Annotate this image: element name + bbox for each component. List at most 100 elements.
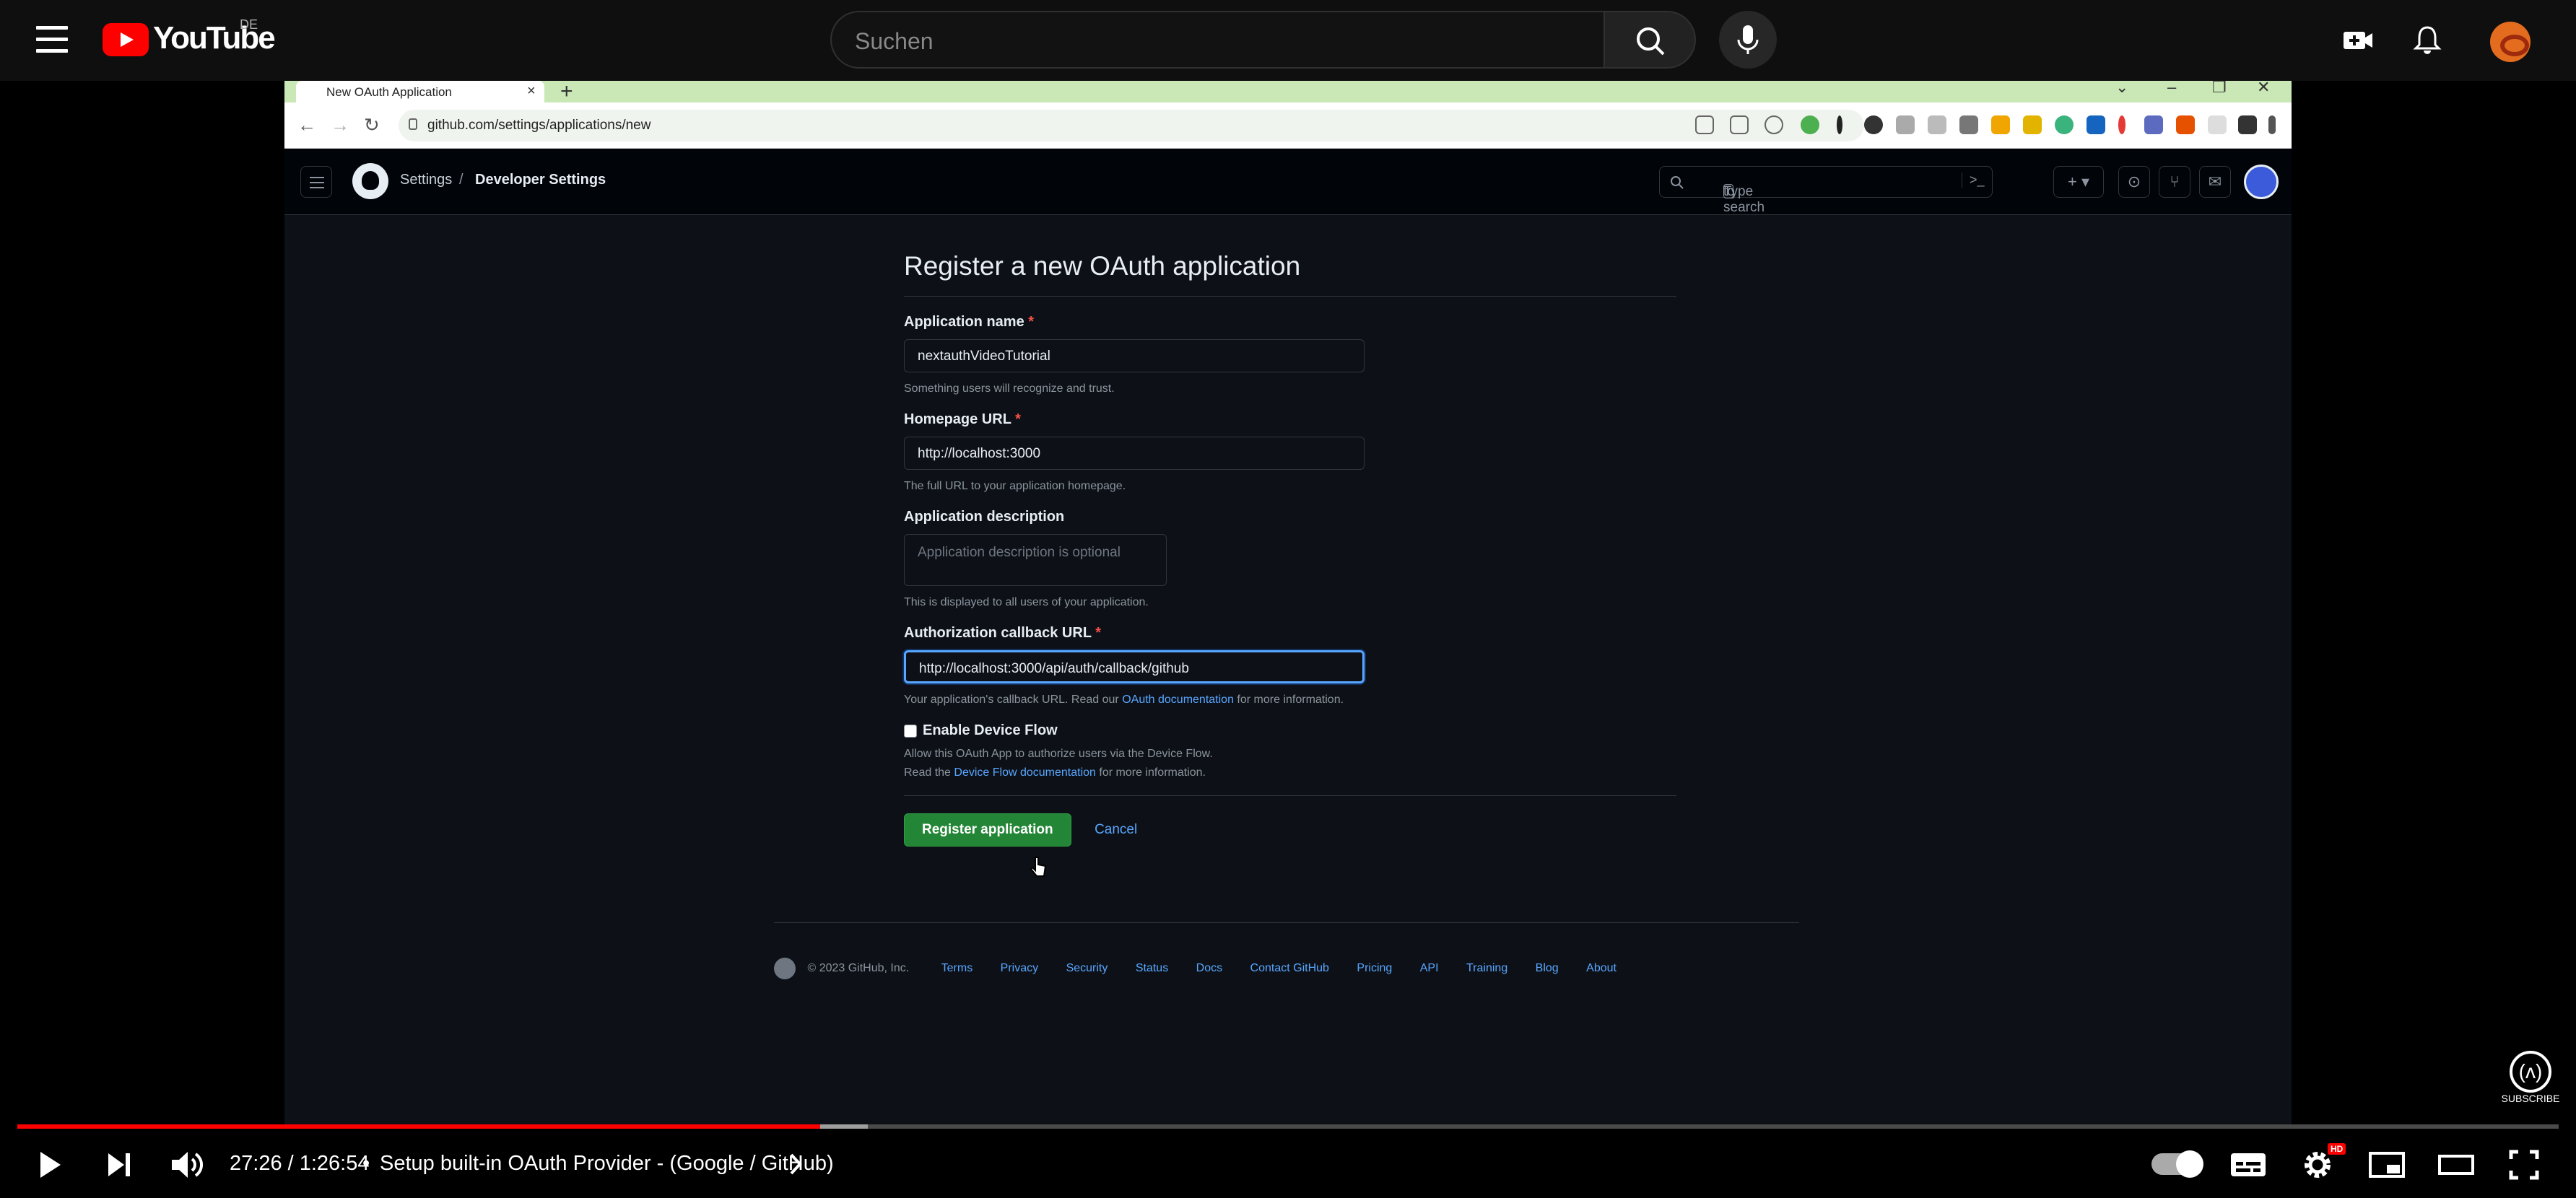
pull-requests-icon[interactable]: ⑂ xyxy=(2159,166,2190,198)
more-vert-icon[interactable] xyxy=(2268,115,2276,134)
command-palette-icon[interactable]: >_ xyxy=(1962,172,1985,188)
menu-icon[interactable] xyxy=(36,26,68,55)
extension-icon[interactable] xyxy=(1928,115,1946,134)
footer-link[interactable]: Docs xyxy=(1196,962,1222,975)
extension-icon[interactable] xyxy=(1896,115,1915,134)
footer-link[interactable]: Security xyxy=(1066,962,1108,975)
close-tab-icon[interactable]: × xyxy=(527,83,536,100)
video-progress-bar[interactable] xyxy=(17,1124,2559,1129)
browser-tab[interactable]: New OAuth Application × xyxy=(296,81,544,102)
extension-icon[interactable] xyxy=(2118,115,2125,134)
breadcrumb-developer-settings[interactable]: Developer Settings xyxy=(475,172,606,188)
share-icon[interactable] xyxy=(1730,115,1749,134)
device-flow-documentation-link[interactable]: Device Flow documentation xyxy=(954,766,1096,779)
notifications-bell-icon[interactable] xyxy=(2410,23,2445,58)
puzzle-icon[interactable] xyxy=(2238,115,2257,134)
back-arrow-icon[interactable]: ← xyxy=(297,114,316,136)
theater-mode-icon[interactable] xyxy=(2437,1147,2475,1182)
breadcrumb-separator: / xyxy=(459,172,464,188)
next-video-icon[interactable] xyxy=(101,1147,136,1182)
homepage-url-field[interactable]: http://localhost:3000 xyxy=(904,437,1365,470)
footer-link[interactable]: Pricing xyxy=(1357,962,1392,975)
browser-tab-strip: New OAuth Application × + ⌄ – ❐ ✕ xyxy=(284,81,2292,104)
progress-played xyxy=(17,1124,820,1129)
callback-url-field[interactable]: http://localhost:3000/api/auth/callback/… xyxy=(904,650,1365,683)
extension-icon[interactable] xyxy=(2023,115,2042,134)
footer-link[interactable]: Status xyxy=(1136,962,1168,975)
extension-icon[interactable] xyxy=(1864,115,1883,134)
time-display: 27:26 / 1:26:54 xyxy=(230,1152,370,1175)
footer-link[interactable]: About xyxy=(1586,962,1616,975)
footer-link[interactable]: API xyxy=(1420,962,1439,975)
oauth-documentation-link[interactable]: OAuth documentation xyxy=(1122,694,1234,706)
new-tab-icon[interactable]: + xyxy=(560,81,573,104)
search-button[interactable] xyxy=(1604,11,1696,69)
address-bar[interactable]: github.com/settings/applications/new xyxy=(399,110,1864,141)
device-flow-label[interactable]: Enable Device Flow xyxy=(923,722,1058,739)
footer-link[interactable]: Contact GitHub xyxy=(1250,962,1329,975)
footer-link[interactable]: Training xyxy=(1466,962,1507,975)
extension-icon[interactable] xyxy=(2208,115,2227,134)
account-avatar[interactable] xyxy=(2490,22,2531,62)
register-application-button[interactable]: Register application xyxy=(904,813,1071,847)
search-input[interactable]: Suchen xyxy=(830,11,1605,69)
extension-icon[interactable] xyxy=(1801,115,1819,134)
github-avatar[interactable] xyxy=(2244,165,2279,199)
chapter-title[interactable]: Setup built-in OAuth Provider - (Google … xyxy=(380,1152,834,1176)
voice-search-button[interactable] xyxy=(1719,11,1777,69)
issues-icon[interactable]: ⊙ xyxy=(2118,166,2150,198)
app-name-label: Application name * xyxy=(904,314,1035,330)
extension-icon[interactable] xyxy=(1837,115,1842,134)
homepage-url-label: Homepage URL * xyxy=(904,411,1021,427)
subscribe-watermark[interactable]: (ᴧ) SUBSCRIBE xyxy=(2499,1051,2562,1113)
device-flow-note: Allow this OAuth App to authorize users … xyxy=(904,748,1213,760)
footer-link[interactable]: Blog xyxy=(1536,962,1559,975)
footer-link[interactable]: Terms xyxy=(941,962,973,975)
github-footer-logo-icon[interactable] xyxy=(774,958,796,979)
device-flow-checkbox[interactable] xyxy=(904,724,917,738)
github-logo-icon[interactable] xyxy=(352,163,388,199)
app-name-note: Something users will recognize and trust… xyxy=(904,382,1115,395)
extension-icon[interactable] xyxy=(2055,115,2074,134)
restore-icon[interactable]: ❐ xyxy=(2212,81,2227,97)
miniplayer-icon[interactable] xyxy=(2368,1147,2406,1182)
youtube-logo-icon[interactable] xyxy=(103,23,149,56)
fullscreen-icon[interactable] xyxy=(2507,1147,2541,1182)
footer-link[interactable]: Privacy xyxy=(1001,962,1038,975)
subtitles-icon[interactable] xyxy=(2229,1147,2267,1182)
github-search-input[interactable]: Type / to search >_ xyxy=(1659,166,1993,215)
play-icon[interactable] xyxy=(32,1147,66,1182)
chevron-right-icon[interactable] xyxy=(787,1152,804,1176)
device-flow-doc-note: Read the Device Flow documentation for m… xyxy=(904,766,1206,779)
app-name-field[interactable]: nextauthVideoTutorial xyxy=(904,339,1365,372)
close-window-icon[interactable]: ✕ xyxy=(2257,81,2270,97)
extension-icon[interactable] xyxy=(2176,115,2195,134)
minimize-icon[interactable]: – xyxy=(2167,81,2176,97)
install-app-icon[interactable] xyxy=(1695,115,1714,134)
volume-icon[interactable] xyxy=(169,1147,206,1182)
freecodecamp-logo-icon: (ᴧ) xyxy=(2510,1051,2551,1093)
autoplay-toggle[interactable] xyxy=(2151,1150,2203,1178)
github-footer: © 2023 GitHub, Inc. Terms Privacy Securi… xyxy=(774,922,1799,979)
extension-icon[interactable] xyxy=(2144,115,2163,134)
reload-icon[interactable]: ↻ xyxy=(364,114,380,136)
search-placeholder: Suchen xyxy=(855,28,934,54)
video-frame-browser[interactable]: New OAuth Application × + ⌄ – ❐ ✕ ← → ↻ … xyxy=(284,81,2292,1129)
inbox-icon[interactable]: ✉ xyxy=(2199,166,2231,198)
forward-arrow-icon[interactable]: → xyxy=(331,114,349,136)
description-label: Application description xyxy=(904,509,1065,525)
extension-icon[interactable] xyxy=(1991,115,2010,134)
create-video-icon[interactable] xyxy=(2341,23,2375,58)
cancel-link[interactable]: Cancel xyxy=(1095,822,1137,838)
breadcrumb-settings[interactable]: Settings xyxy=(400,172,452,188)
bookmark-star-icon[interactable] xyxy=(1765,115,1783,134)
tab-search-chevron-icon[interactable]: ⌄ xyxy=(2115,81,2128,97)
create-new-dropdown[interactable]: + ▾ xyxy=(2053,166,2104,198)
description-field[interactable]: Application description is optional xyxy=(904,534,1167,586)
hd-badge: HD xyxy=(2328,1143,2346,1155)
extension-icon[interactable] xyxy=(1959,115,1978,134)
form-actions: Register application Cancel xyxy=(904,795,1676,847)
github-menu-button[interactable] xyxy=(300,166,332,198)
extension-icon[interactable] xyxy=(2087,115,2105,134)
chapter-separator: • xyxy=(362,1152,370,1175)
